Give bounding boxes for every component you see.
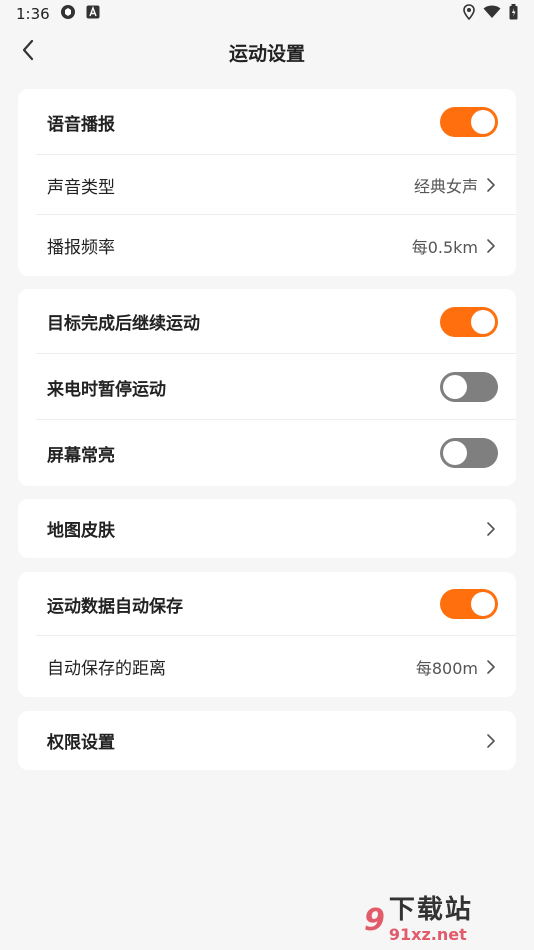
voice-broadcast-card: 语音播报 声音类型 经典女声 播报频率 每0.5km bbox=[18, 89, 516, 276]
toggle-knob bbox=[471, 592, 495, 616]
watermark-text: 下载站 91xz.net bbox=[389, 897, 473, 943]
text-a-icon bbox=[86, 5, 100, 23]
watermark-logo: 9 bbox=[364, 902, 385, 938]
voice-type-value-wrap: 经典女声 bbox=[414, 173, 498, 197]
broadcast-frequency-value: 每0.5km bbox=[411, 237, 478, 257]
watermark: 9 下载站 91xz.net bbox=[364, 890, 534, 950]
voice-type-value: 经典女声 bbox=[413, 177, 478, 196]
continue-after-goal-label: 目标完成后继续运动 bbox=[47, 314, 200, 334]
toggle-knob bbox=[443, 441, 467, 465]
screen-always-on-toggle[interactable] bbox=[440, 438, 498, 468]
permission-settings-label: 权限设置 bbox=[47, 733, 115, 753]
permission-settings-row[interactable]: 权限设置 bbox=[18, 711, 516, 770]
voice-broadcast-row: 语音播报 bbox=[18, 89, 516, 155]
screen-always-on-label: 屏幕常亮 bbox=[47, 445, 115, 466]
voice-type-label: 声音类型 bbox=[47, 177, 115, 198]
status-left: 1:36 bbox=[16, 4, 100, 24]
status-time: 1:36 bbox=[16, 5, 50, 23]
status-bar: 1:36 bbox=[0, 0, 534, 28]
back-button[interactable] bbox=[12, 36, 44, 68]
chevron-left-icon bbox=[21, 39, 35, 65]
pause-on-call-toggle[interactable] bbox=[440, 372, 498, 402]
pause-on-call-label: 来电时暂停运动 bbox=[47, 379, 166, 400]
auto-save-label: 运动数据自动保存 bbox=[47, 596, 183, 617]
voice-broadcast-label: 语音播报 bbox=[47, 114, 115, 135]
toggle-knob bbox=[471, 309, 495, 334]
toggle-knob bbox=[471, 110, 495, 134]
broadcast-frequency-label: 播报频率 bbox=[47, 238, 115, 258]
page-title: 运动设置 bbox=[228, 42, 305, 65]
auto-save-card: 运动数据自动保存 自动保存的距离 每800m bbox=[18, 572, 516, 697]
vpn-icon bbox=[60, 4, 76, 24]
auto-save-distance-value: 每800m bbox=[415, 658, 478, 678]
auto-save-toggle[interactable] bbox=[440, 589, 498, 619]
chevron-right-icon bbox=[484, 237, 498, 255]
map-skin-row[interactable]: 地图皮肤 bbox=[18, 499, 516, 558]
battery-icon bbox=[509, 4, 518, 24]
voice-broadcast-toggle[interactable] bbox=[440, 107, 498, 137]
chevron-right-icon bbox=[484, 732, 498, 750]
exercise-behavior-card: 目标完成后继续运动 来电时暂停运动 屏幕常亮 bbox=[18, 289, 516, 486]
map-skin-card: 地图皮肤 bbox=[18, 499, 516, 558]
chevron-right-icon bbox=[484, 520, 498, 538]
toggle-knob bbox=[443, 375, 467, 399]
continue-after-goal-toggle[interactable] bbox=[440, 306, 498, 337]
chevron-right-icon bbox=[484, 658, 498, 676]
map-skin-label: 地图皮肤 bbox=[47, 521, 115, 541]
wifi-icon bbox=[483, 5, 501, 23]
status-right bbox=[463, 4, 518, 24]
auto-save-distance-row[interactable]: 自动保存的距离 每800m bbox=[18, 636, 516, 697]
watermark-url: 91xz.net bbox=[388, 925, 467, 944]
auto-save-distance-label: 自动保存的距离 bbox=[47, 659, 166, 679]
broadcast-frequency-value-wrap: 每0.5km bbox=[412, 234, 498, 258]
broadcast-frequency-row[interactable]: 播报频率 每0.5km bbox=[18, 215, 516, 276]
watermark-title: 下载站 bbox=[388, 895, 473, 925]
auto-save-distance-value-wrap: 每800m bbox=[416, 655, 498, 679]
screen-always-on-row: 屏幕常亮 bbox=[18, 420, 516, 486]
header: 运动设置 bbox=[0, 28, 534, 76]
permission-settings-card: 权限设置 bbox=[18, 711, 516, 770]
auto-save-row: 运动数据自动保存 bbox=[18, 572, 516, 636]
voice-type-row[interactable]: 声音类型 经典女声 bbox=[18, 155, 516, 215]
chevron-right-icon bbox=[484, 176, 498, 194]
pause-on-call-row: 来电时暂停运动 bbox=[18, 354, 516, 420]
continue-after-goal-row: 目标完成后继续运动 bbox=[18, 289, 516, 354]
location-icon bbox=[463, 4, 475, 24]
